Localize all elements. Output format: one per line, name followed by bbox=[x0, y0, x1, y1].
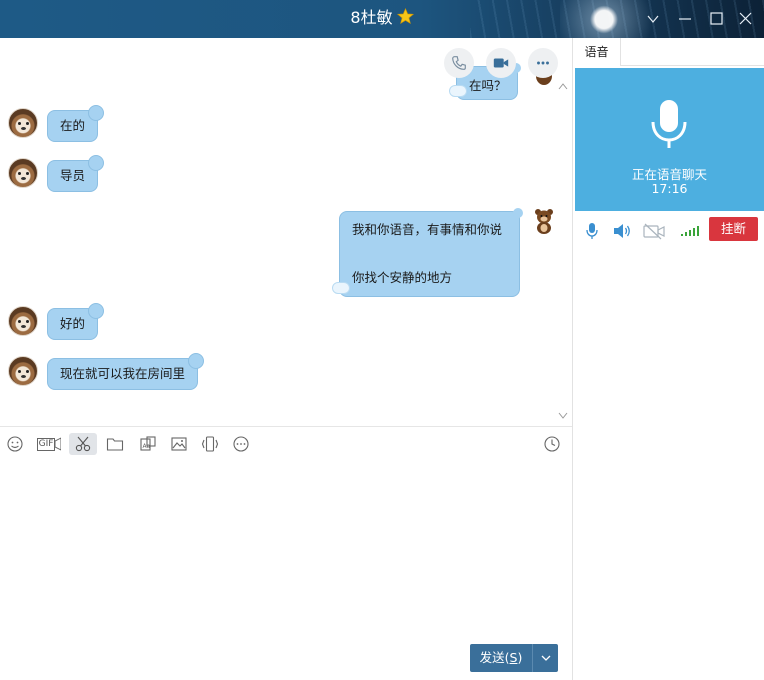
speaker-icon[interactable] bbox=[611, 222, 633, 240]
message-text: 我和你语音，有事情和你说 bbox=[352, 222, 503, 237]
tab-divider bbox=[621, 65, 764, 66]
history-clock-icon[interactable] bbox=[539, 433, 565, 455]
send-options-dropdown[interactable] bbox=[532, 644, 558, 672]
voice-side-panel: 语音 正在语音聊天 17:16 挂断 bbox=[573, 38, 764, 680]
screenshot-scissors-icon[interactable] bbox=[69, 433, 97, 455]
voice-call-card: 正在语音聊天 17:16 bbox=[575, 68, 764, 211]
message-text: 你找个安静的地方 bbox=[352, 270, 453, 285]
minimize-icon[interactable] bbox=[674, 9, 696, 29]
avatar[interactable] bbox=[8, 108, 38, 138]
call-timer: 17:16 bbox=[651, 181, 688, 196]
sticker-icon[interactable]: Aa bbox=[135, 433, 161, 455]
shake-icon[interactable] bbox=[197, 433, 223, 455]
message-bubble-incoming: 好的 bbox=[47, 303, 105, 340]
star-icon bbox=[396, 8, 414, 25]
folder-icon[interactable] bbox=[102, 433, 128, 455]
more-icon[interactable] bbox=[528, 48, 558, 78]
scroll-down-icon[interactable] bbox=[558, 412, 568, 420]
close-icon[interactable] bbox=[735, 9, 757, 29]
message-bubble-incoming: 现在就可以我在房间里 bbox=[47, 353, 205, 390]
message-text: 在吗？ bbox=[469, 78, 507, 93]
microphone-icon bbox=[651, 100, 687, 148]
video-call-icon[interactable] bbox=[486, 48, 516, 78]
message-text: 好的 bbox=[60, 316, 86, 331]
chat-history[interactable]: 在吗？ 在的 导员 我和你语音，有事情和你说 你找个安静的地方 好的 现在就可以… bbox=[0, 38, 572, 426]
chat-actions bbox=[444, 48, 558, 78]
contact-name: 8杜敏 bbox=[350, 8, 393, 27]
camera-off-icon[interactable] bbox=[642, 222, 666, 240]
chevron-down-icon[interactable] bbox=[642, 9, 664, 29]
message-text: 导员 bbox=[60, 168, 86, 183]
gif-label: GIF bbox=[36, 437, 56, 451]
message-text: 现在就可以我在房间里 bbox=[60, 366, 186, 381]
image-icon[interactable] bbox=[166, 433, 192, 455]
hang-up-button[interactable]: 挂断 bbox=[709, 217, 758, 241]
svg-text:Aa: Aa bbox=[143, 443, 151, 450]
message-bubble-incoming: 在的 bbox=[47, 105, 105, 142]
scroll-up-icon[interactable] bbox=[558, 82, 568, 90]
microphone-icon[interactable] bbox=[581, 222, 603, 240]
avatar[interactable] bbox=[8, 306, 38, 336]
tab-voice[interactable]: 语音 bbox=[573, 38, 621, 66]
chevron-down-icon bbox=[541, 655, 550, 661]
message-bubble-outgoing: 我和你语音，有事情和你说 你找个安静的地方 bbox=[332, 208, 523, 297]
title-bar: 8杜敏 bbox=[0, 0, 764, 38]
more-options-icon[interactable] bbox=[228, 433, 254, 455]
gif-icon[interactable]: GIF bbox=[34, 433, 64, 455]
maximize-icon[interactable] bbox=[705, 9, 727, 29]
signal-strength-icon bbox=[679, 222, 701, 240]
input-toolbar: GIF Aa bbox=[0, 426, 572, 460]
avatar[interactable] bbox=[8, 356, 38, 386]
send-button-label[interactable]: 发送(S) bbox=[470, 644, 532, 672]
avatar[interactable] bbox=[8, 158, 38, 188]
bear-avatar[interactable] bbox=[533, 208, 555, 234]
message-bubble-incoming: 导员 bbox=[47, 155, 105, 192]
send-button[interactable]: 发送(S) bbox=[470, 644, 558, 672]
message-text: 在的 bbox=[60, 118, 86, 133]
emoji-icon[interactable] bbox=[2, 433, 28, 455]
phone-icon[interactable] bbox=[444, 48, 474, 78]
